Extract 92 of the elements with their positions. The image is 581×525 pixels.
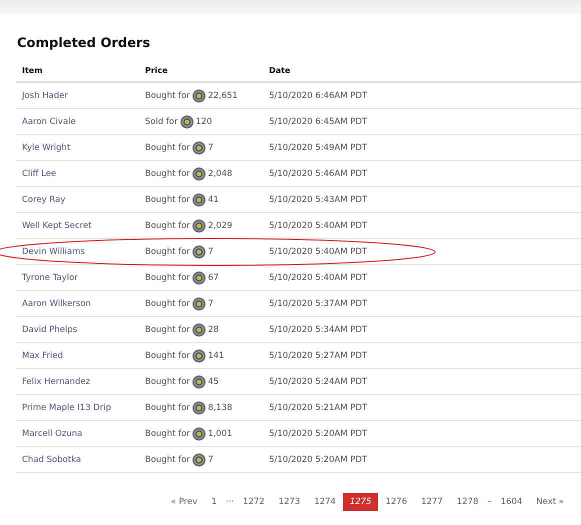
coin-icon [192,426,206,440]
price-label: Bought for [145,272,190,282]
coin-icon [192,192,206,206]
page-link[interactable]: 1272 [236,493,272,511]
page-link[interactable]: 1276 [378,493,414,511]
date-cell-text: 5/10/2020 5:49AM PDT [269,142,368,152]
page-link[interactable]: 1275 [342,493,378,511]
price-label: Bought for [145,376,190,386]
price-amount: 7 [208,142,214,152]
page-gap: – [486,496,493,509]
coin-icon [192,166,206,180]
coin-icon [192,452,206,466]
date-cell-text: 5/10/2020 5:27AM PDT [269,350,368,360]
date-cell-text: 5/10/2020 5:46AM PDT [269,168,368,178]
date-cell-text: 5/10/2020 6:46AM PDT [269,90,368,100]
column-header: Price [145,66,169,74]
price-label: Bought for [145,142,190,152]
price-amount: 28 [208,324,219,334]
next-link[interactable]: Next » [529,493,571,511]
coin-icon [192,296,206,310]
price-amount: 67 [208,272,219,282]
page-link[interactable]: 1 [204,493,224,511]
item-link[interactable]: Aaron Wilkerson [22,298,145,308]
date-cell-text: 5/10/2020 5:40AM PDT [269,246,368,256]
page-link[interactable]: 1277 [414,493,450,511]
price-amount: 7 [208,246,214,256]
item-link[interactable]: Well Kept Secret [22,220,145,230]
prev-link[interactable]: « Prev [164,493,204,511]
price-amount: 7 [208,298,214,308]
date-cell-text: 5/10/2020 5:40AM PDT [269,220,368,230]
date-cell-text: 5/10/2020 5:40AM PDT [269,272,368,282]
price-amount: 41 [208,194,219,204]
coin-icon [180,114,194,128]
coin-icon [192,140,206,154]
coin-icon [192,218,206,232]
coin-icon [192,244,206,258]
item-link[interactable]: Kyle Wright [22,142,145,152]
date-cell-text: 5/10/2020 5:34AM PDT [269,324,368,334]
price-label: Bought for [145,350,190,360]
item-link[interactable]: Cliff Lee [22,168,145,178]
page-link[interactable]: 1604 [494,493,530,511]
coin-icon [192,400,206,414]
item-link[interactable]: Josh Hader [22,90,145,100]
price-label: Bought for [145,428,190,438]
item-link[interactable]: Aaron Civale [22,116,145,126]
price-amount: 7 [208,454,214,464]
page-link[interactable]: 1274 [307,493,343,511]
coin-icon [192,270,206,284]
coin-icon [192,348,206,362]
price-amount: 2,029 [208,220,232,230]
date-cell-text: 5/10/2020 5:24AM PDT [269,376,368,386]
date-cell-text: 5/10/2020 5:20AM PDT [269,454,368,464]
column-header: Item [22,66,44,74]
date-cell-text: 5/10/2020 5:20AM PDT [269,428,368,438]
coin-icon [192,88,206,102]
price-label: Bought for [145,220,190,230]
item-link[interactable]: Chad Sobotka [22,454,145,464]
page-gap: ··· [224,496,235,509]
item-link[interactable]: Prime Maple I13 Drip [22,402,145,412]
price-label: Bought for [145,168,190,178]
item-link[interactable]: Max Fried [22,350,145,360]
item-link[interactable]: Marcell Ozuna [22,428,145,438]
page-link[interactable]: 1278 [450,493,486,511]
coin-icon [192,374,206,388]
price-amount: 45 [208,376,219,386]
date-cell-text: 5/10/2020 5:37AM PDT [269,298,368,308]
price-amount: 120 [196,116,212,126]
item-link[interactable]: David Phelps [22,324,145,334]
price-label: Bought for [145,298,190,308]
column-header: Date [269,66,292,74]
item-link[interactable]: Devin Williams [22,246,145,256]
price-amount: 22,651 [208,90,238,100]
price-label: Bought for [145,402,190,412]
date-cell-text: 5/10/2020 5:43AM PDT [269,194,368,204]
item-link[interactable]: Corey Ray [22,194,145,204]
section-title: Completed Orders [17,35,152,53]
price-amount: 141 [208,350,224,360]
price-amount: 1,001 [208,428,232,438]
page-link[interactable]: 1273 [272,493,308,511]
price-label: Bought for [145,194,190,204]
price-label: Sold for [145,116,178,126]
price-amount: 8,138 [208,402,232,412]
price-label: Bought for [145,246,190,256]
price-label: Bought for [145,324,190,334]
coin-icon [192,322,206,336]
price-label: Bought for [145,90,190,100]
price-label: Bought for [145,454,190,464]
date-cell-text: 5/10/2020 5:21AM PDT [269,402,368,412]
item-link[interactable]: Felix Hernandez [22,376,145,386]
price-amount: 2,048 [208,168,232,178]
item-link[interactable]: Tyrone Taylor [22,272,145,282]
date-cell-text: 5/10/2020 6:45AM PDT [269,116,368,126]
